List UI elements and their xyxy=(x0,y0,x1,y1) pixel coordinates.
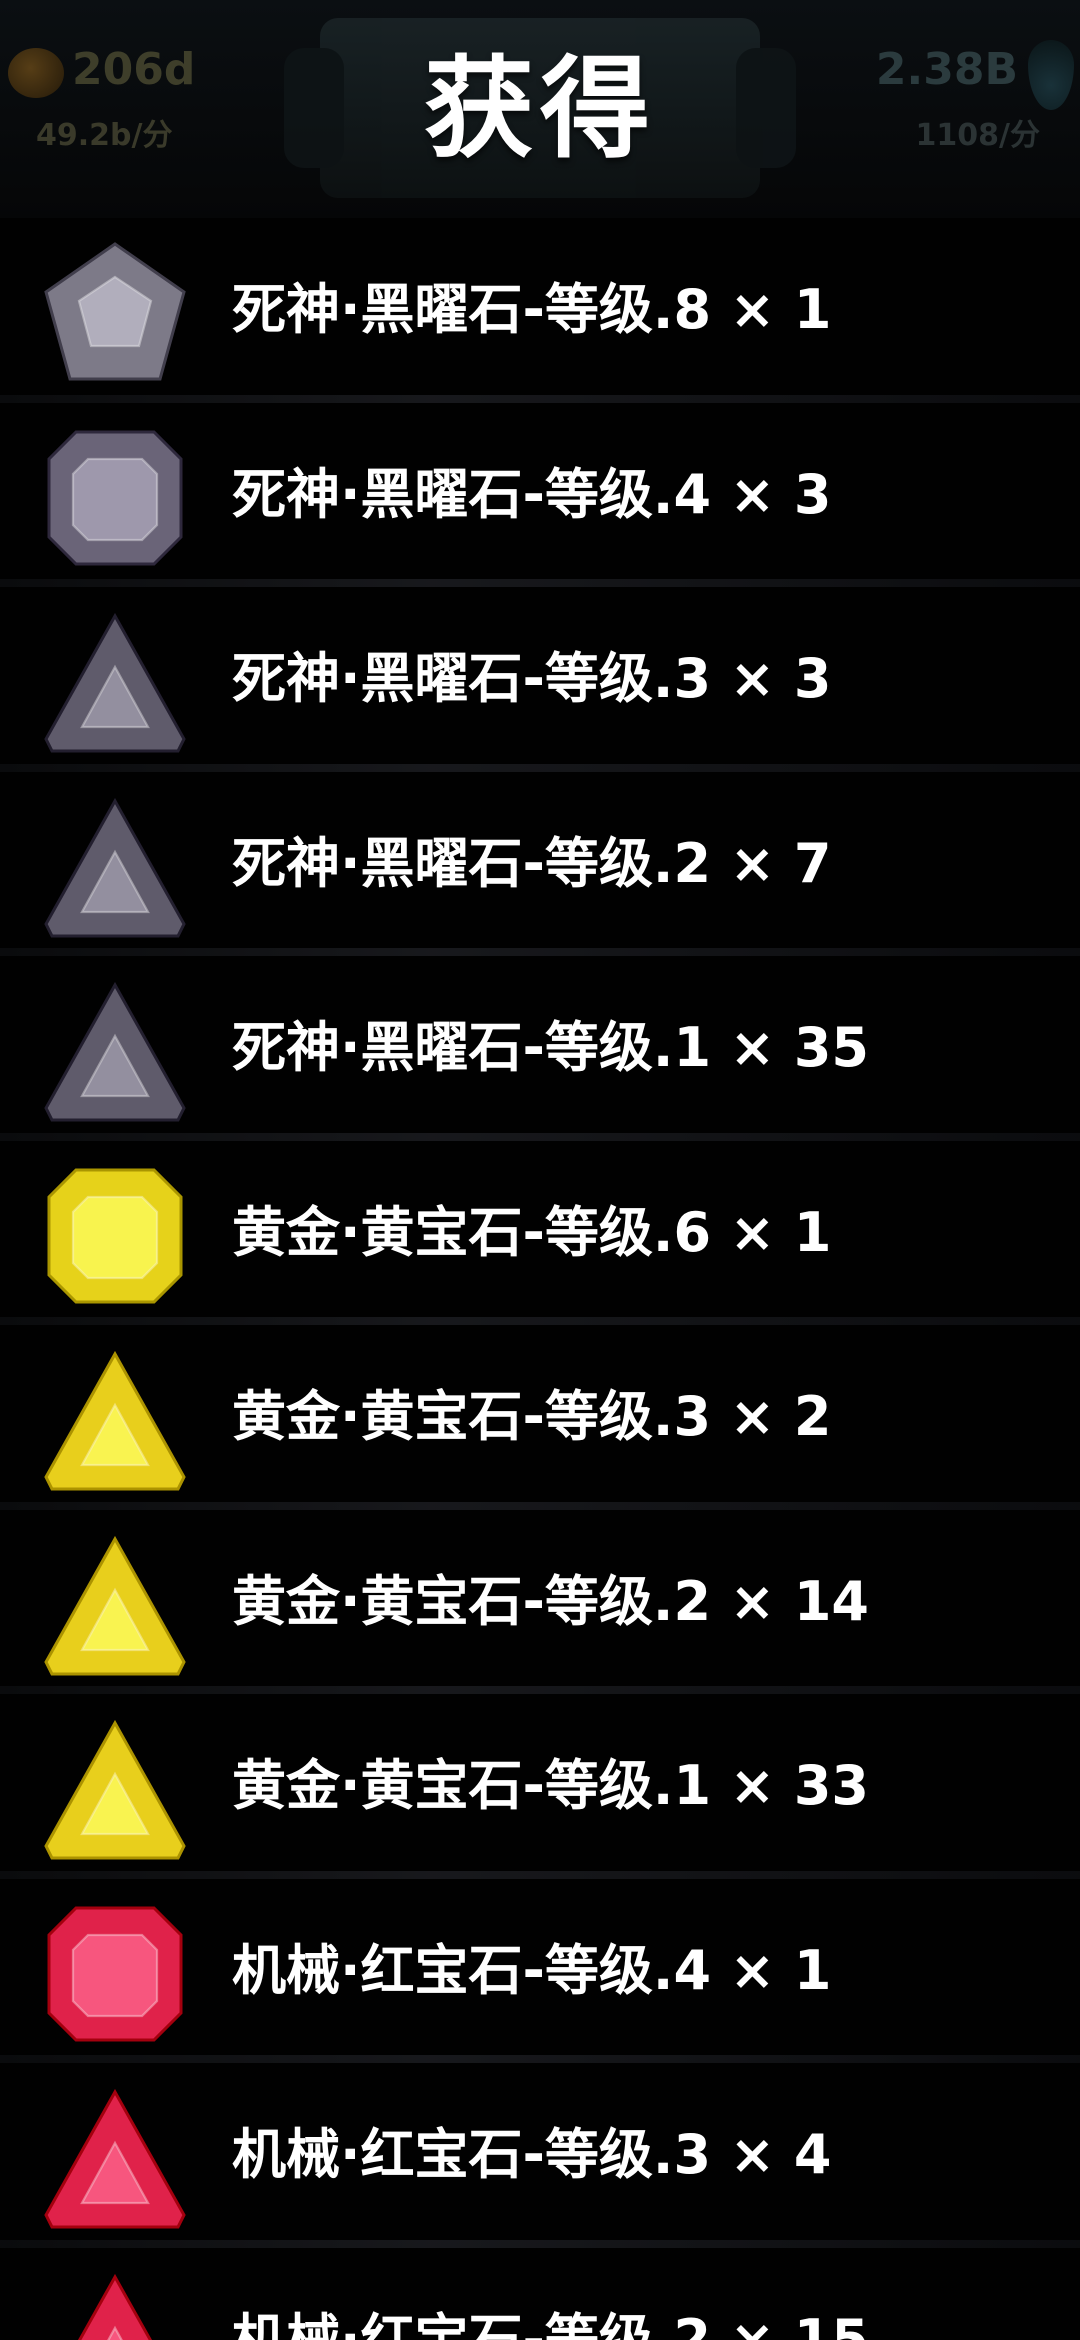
reward-label: 死神·黑曜石-等级.3 × 3 xyxy=(232,647,832,710)
reward-row: 黄金·黄宝石-等级.3 × 2 xyxy=(0,1325,1080,1510)
topaz-triangle-gem-icon xyxy=(40,1530,190,1680)
reward-row: 死神·黑曜石-等级.1 × 35 xyxy=(0,956,1080,1141)
obsidian-octagon-gem-icon xyxy=(40,423,190,573)
reward-row: 死神·黑曜石-等级.2 × 7 xyxy=(0,771,1080,956)
reward-label: 死神·黑曜石-等级.8 × 1 xyxy=(232,278,832,341)
ruby-triangle-gem-icon xyxy=(40,2268,190,2340)
obsidian-triangle-gem-icon xyxy=(40,607,190,757)
topaz-octagon-gem-icon xyxy=(40,1161,190,1311)
reward-label: 机械·红宝石-等级.3 × 4 xyxy=(232,2123,832,2186)
reward-row: 死神·黑曜石-等级.4 × 3 xyxy=(0,402,1080,587)
popup-title: 获得 xyxy=(424,45,656,173)
obsidian-pentagon-gem-icon xyxy=(40,238,190,388)
reward-row: 死神·黑曜石-等级.3 × 3 xyxy=(0,587,1080,772)
reward-row: 机械·红宝石-等级.2 × 15 xyxy=(0,2247,1080,2340)
reward-label: 死神·黑曜石-等级.1 × 35 xyxy=(232,1016,870,1079)
reward-list[interactable]: 死神·黑曜石-等级.8 × 1 死神·黑曜石-等级.4 × 3 死神·黑曜石-等级.… xyxy=(0,218,1080,2340)
reward-label: 黄金·黄宝石-等级.6 × 1 xyxy=(232,1200,832,1264)
topaz-triangle-gem-icon xyxy=(40,1345,190,1495)
obsidian-triangle-gem-icon xyxy=(40,792,190,942)
reward-label: 死神·黑曜石-等级.2 × 7 xyxy=(232,831,832,895)
reward-row: 机械·红宝石-等级.4 × 1 xyxy=(0,1878,1080,2063)
reward-row: 死神·黑曜石-等级.8 × 1 xyxy=(0,218,1080,403)
reward-row: 机械·红宝石-等级.3 × 4 xyxy=(0,2063,1080,2248)
reward-label: 黄金·黄宝石-等级.2 × 14 xyxy=(232,1569,870,1633)
ruby-triangle-gem-icon xyxy=(40,2083,190,2233)
obsidian-triangle-gem-icon xyxy=(40,976,190,1126)
reward-row: 黄金·黄宝石-等级.2 × 14 xyxy=(0,1509,1080,1694)
ruby-octagon-gem-icon xyxy=(40,1899,190,2049)
reward-row: 黄金·黄宝石-等级.6 × 1 xyxy=(0,1140,1080,1325)
topaz-triangle-gem-icon xyxy=(40,1714,190,1864)
reward-label: 死神·黑曜石-等级.4 × 3 xyxy=(232,462,832,526)
reward-row: 黄金·黄宝石-等级.1 × 33 xyxy=(0,1694,1080,1879)
reward-label: 机械·红宝石-等级.4 × 1 xyxy=(232,1938,832,2002)
reward-label: 黄金·黄宝石-等级.1 × 33 xyxy=(232,1754,870,1817)
reward-label: 机械·红宝石-等级.2 × 15 xyxy=(232,2307,870,2340)
reward-label: 黄金·黄宝石-等级.3 × 2 xyxy=(232,1385,832,1448)
